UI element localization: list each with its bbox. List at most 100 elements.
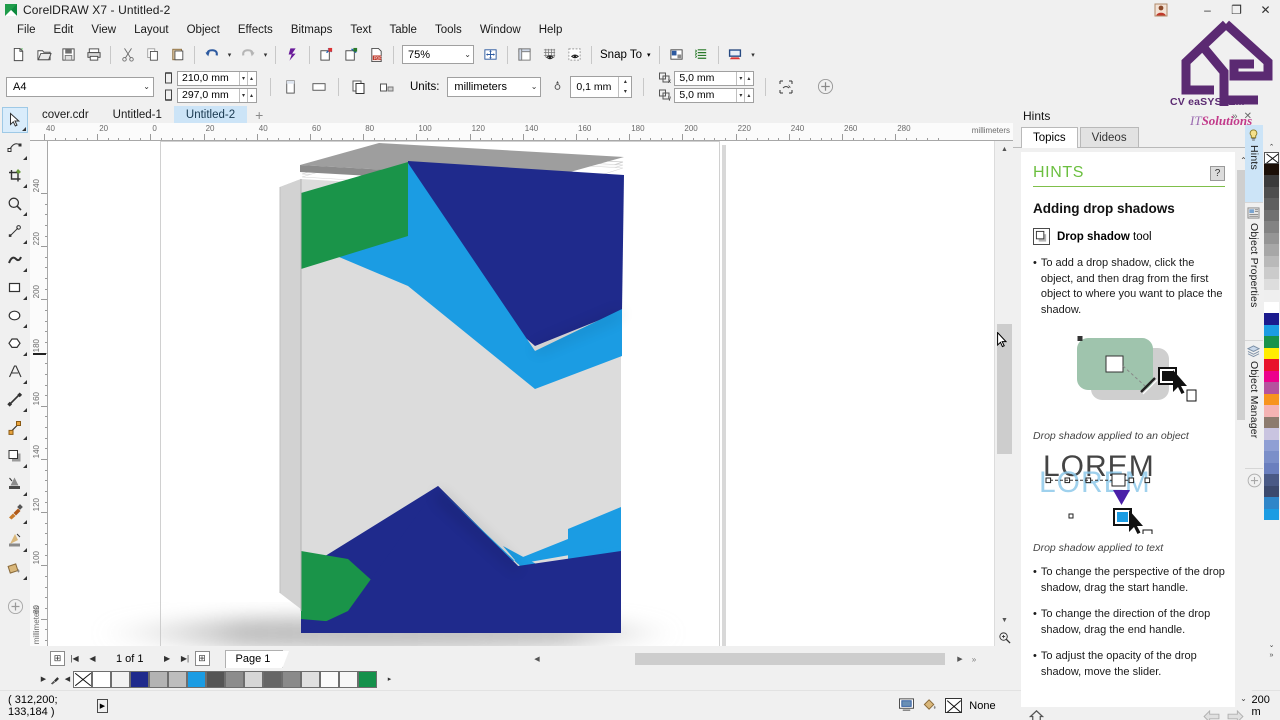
- help-question-icon[interactable]: ?: [1210, 166, 1225, 181]
- open-document-button[interactable]: [31, 43, 56, 66]
- artistic-media-tool[interactable]: [2, 247, 28, 273]
- color-swatch[interactable]: [1264, 233, 1279, 245]
- page-width-field[interactable]: 210,0 mm ▾▴: [177, 71, 257, 86]
- menu-file[interactable]: File: [8, 21, 45, 39]
- chevron-down-icon[interactable]: ⌄: [143, 82, 150, 91]
- vtab-object-manager[interactable]: Object Manager: [1245, 341, 1263, 469]
- color-swatch[interactable]: [1264, 382, 1279, 394]
- screen-color-icon[interactable]: [898, 697, 915, 715]
- color-swatch[interactable]: [1264, 463, 1279, 475]
- pick-tool-flyout[interactable]: [22, 127, 26, 131]
- color-swatch[interactable]: [1264, 509, 1279, 521]
- color-swatch[interactable]: [1264, 267, 1279, 279]
- transparency-tool-flyout[interactable]: [23, 492, 27, 496]
- horizontal-ruler[interactable]: 4020020406080100120140160180200220240260…: [30, 123, 1013, 141]
- color-eyedropper-tool[interactable]: [2, 499, 28, 525]
- scroll-up-button[interactable]: ▲: [995, 141, 1014, 158]
- quick-customize-button[interactable]: [2, 593, 28, 619]
- menu-table[interactable]: Table: [380, 21, 426, 39]
- canvas-horizontal-scrollbar[interactable]: ◀ ▶ »: [530, 651, 995, 667]
- palette-swatch[interactable]: [225, 671, 244, 688]
- shape-tool-flyout[interactable]: [23, 156, 27, 160]
- ellipse-tool-flyout[interactable]: [23, 324, 27, 328]
- redo-dropdown-arrow[interactable]: ▾: [260, 43, 271, 66]
- scroll-down-arrow[interactable]: ⌄: [1235, 690, 1252, 707]
- rectangle-tool-flyout[interactable]: [23, 296, 27, 300]
- palette-expand-icon[interactable]: ▸: [384, 670, 395, 688]
- minimize-button[interactable]: –: [1193, 0, 1222, 19]
- page-height-field[interactable]: 297,0 mm ▾▴: [177, 88, 257, 103]
- menu-text[interactable]: Text: [341, 21, 380, 39]
- palette-scroll-left-icon[interactable]: ◀: [62, 670, 73, 688]
- menu-help[interactable]: Help: [530, 21, 572, 39]
- color-swatch[interactable]: [1264, 405, 1279, 417]
- smart-fill-tool[interactable]: [2, 555, 28, 581]
- color-swatch[interactable]: [1264, 486, 1279, 498]
- save-document-button[interactable]: [56, 43, 81, 66]
- shape-tool[interactable]: [2, 135, 28, 161]
- color-swatch[interactable]: [1264, 198, 1279, 210]
- color-swatch[interactable]: [1264, 394, 1279, 406]
- parallel-dimension-tool-flyout[interactable]: [23, 408, 27, 412]
- duplicate-x-field[interactable]: 5,0 mm ▾▴: [674, 71, 754, 86]
- zoom-level-combobox[interactable]: 75% ⌄: [402, 45, 474, 64]
- import-button[interactable]: [314, 43, 339, 66]
- tab-videos[interactable]: Videos: [1080, 127, 1139, 147]
- color-swatch[interactable]: [1264, 359, 1279, 371]
- palette-swatch[interactable]: [187, 671, 206, 688]
- duplicate-y-spinner[interactable]: ▾▴: [736, 89, 753, 102]
- scroll-down-button[interactable]: ▼: [995, 612, 1014, 629]
- vertical-ruler[interactable]: 24022020018016014012010080 millimeters: [30, 141, 48, 646]
- palette-swatch[interactable]: [282, 671, 301, 688]
- vtab-hints[interactable]: Hints: [1245, 125, 1263, 203]
- snap-to-dropdown[interactable]: Snap To ▾: [596, 49, 655, 61]
- add-field-button[interactable]: [813, 75, 838, 98]
- color-swatch[interactable]: [1264, 348, 1279, 360]
- color-swatch[interactable]: [1264, 210, 1279, 222]
- color-swatch[interactable]: [1264, 325, 1279, 337]
- color-swatch[interactable]: [1264, 175, 1279, 187]
- fullscreen-preview-button[interactable]: [478, 43, 503, 66]
- menu-edit[interactable]: Edit: [45, 21, 83, 39]
- show-rulers-button[interactable]: [512, 43, 537, 66]
- menu-view[interactable]: View: [82, 21, 125, 39]
- menu-layout[interactable]: Layout: [125, 21, 178, 39]
- guideline-marker[interactable]: [33, 353, 46, 355]
- ellipse-tool[interactable]: [2, 303, 28, 329]
- transparency-tool[interactable]: [2, 471, 28, 497]
- freehand-tool-flyout[interactable]: [23, 240, 27, 244]
- color-swatch[interactable]: [1264, 417, 1279, 429]
- hints-content[interactable]: HINTS ? Adding drop shadows Drop shadow …: [1021, 152, 1235, 707]
- home-button[interactable]: [1029, 709, 1044, 720]
- color-swatch[interactable]: [1264, 371, 1279, 383]
- expand-status-bar-button[interactable]: ▶: [97, 699, 109, 713]
- zoom-to-fit-button[interactable]: [995, 629, 1014, 646]
- palette-swatch[interactable]: [320, 671, 339, 688]
- palette-swatch[interactable]: [301, 671, 320, 688]
- palette-scroll-down-icon[interactable]: ⌄: [1263, 639, 1280, 650]
- chevron-down-icon[interactable]: ⌄: [531, 82, 538, 91]
- previous-page-button[interactable]: ◀: [84, 650, 101, 667]
- fill-color-icon[interactable]: [922, 697, 938, 715]
- drawing-scale-button[interactable]: [773, 75, 798, 98]
- object-manager-button[interactable]: [689, 43, 714, 66]
- horizontal-scrollbar-thumb[interactable]: [635, 653, 945, 665]
- crop-tool-flyout[interactable]: [23, 184, 27, 188]
- palette-swatch[interactable]: [130, 671, 149, 688]
- drop-shadow-tool-flyout[interactable]: [23, 464, 27, 468]
- color-swatch[interactable]: [1264, 497, 1279, 509]
- doc-tab-cover[interactable]: cover.cdr: [30, 106, 101, 123]
- export-pdf-button[interactable]: PDF: [364, 43, 389, 66]
- palette-swatch[interactable]: [263, 671, 282, 688]
- menu-bitmaps[interactable]: Bitmaps: [282, 21, 342, 39]
- color-eyedropper-tool-flyout[interactable]: [23, 520, 27, 524]
- polygon-tool[interactable]: [2, 331, 28, 357]
- color-swatch[interactable]: [1264, 187, 1279, 199]
- chevron-down-icon[interactable]: ⌄: [464, 50, 471, 59]
- book-cover-3d-mockup[interactable]: [48, 141, 994, 646]
- palette-swatch[interactable]: [149, 671, 168, 688]
- page-height-spinner[interactable]: ▾▴: [239, 89, 256, 102]
- scroll-left-button[interactable]: ◀: [530, 651, 544, 667]
- new-document-button[interactable]: [6, 43, 31, 66]
- cut-button[interactable]: [115, 43, 140, 66]
